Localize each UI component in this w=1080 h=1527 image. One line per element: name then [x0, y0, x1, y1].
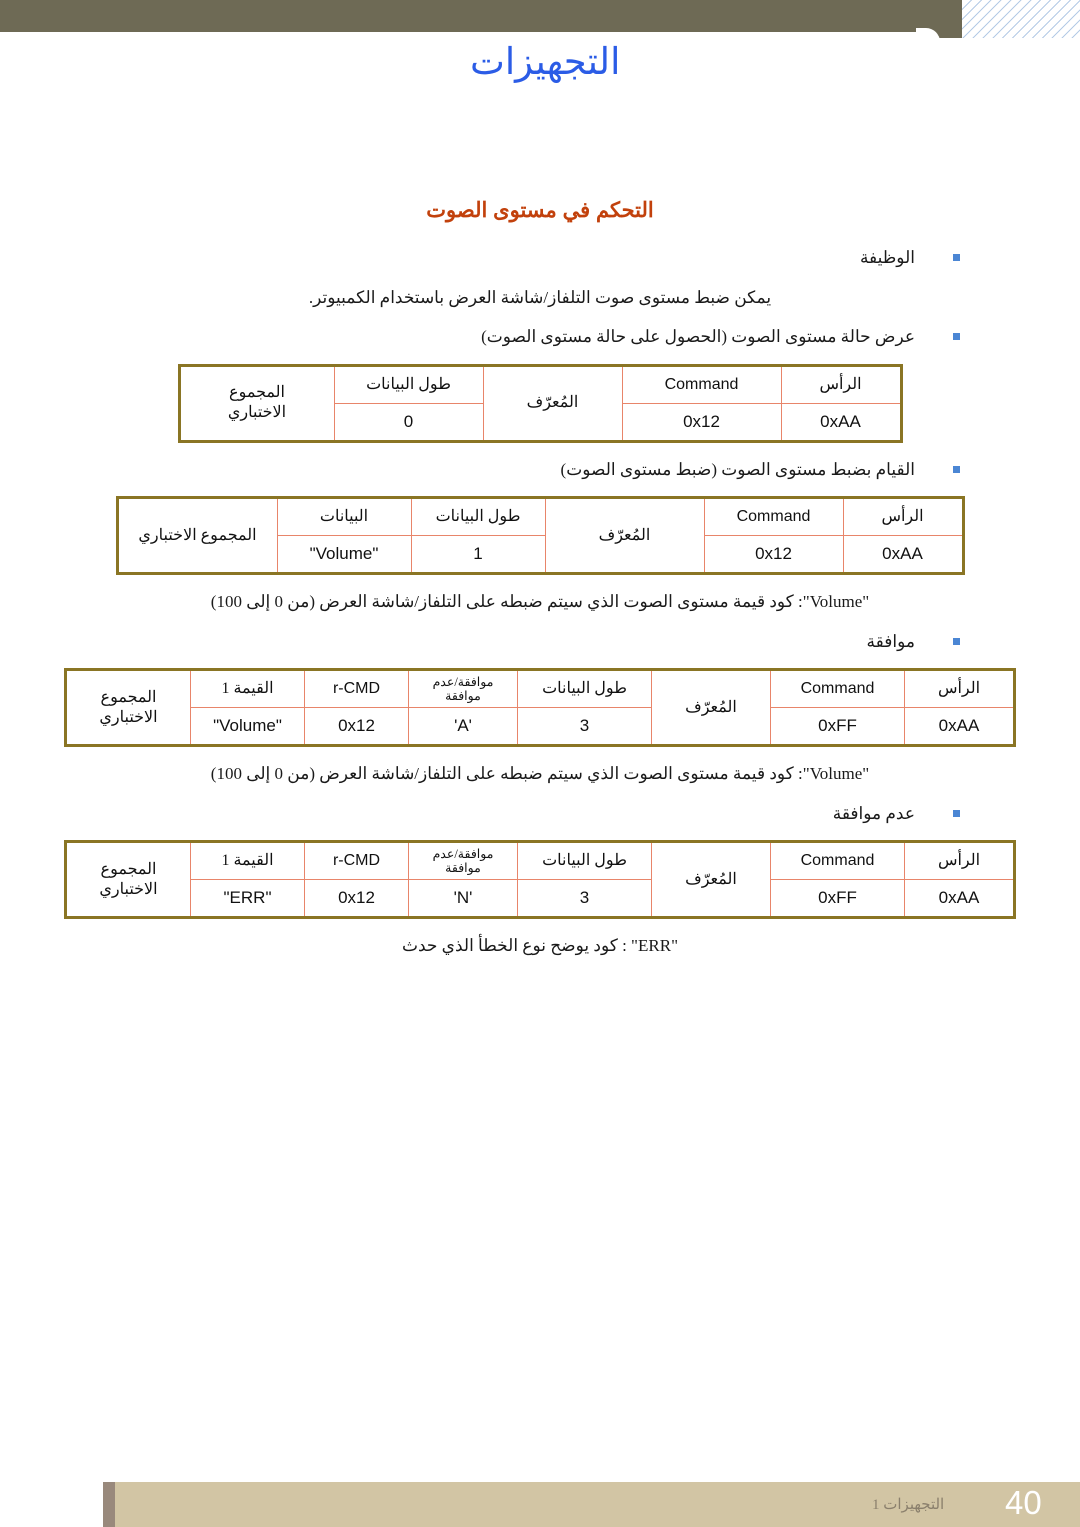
- bullet-square-icon: [953, 809, 960, 817]
- cell-header-command: Command: [770, 841, 905, 880]
- table-row-values: 0xAA 0xFF 3 'A' 0x12 "Volume": [66, 707, 1015, 746]
- cell-header-data-length: طول البيانات: [517, 841, 652, 880]
- cell-header-value1: القيمة 1: [190, 841, 305, 880]
- checksum-line-1: المجموع: [100, 688, 157, 706]
- ack-nak-line-1: موافقة/عدم: [432, 674, 494, 689]
- cell-header-checksum: المجموع الاختباري: [65, 841, 191, 918]
- header-diagonal-stripes-decoration: [962, 0, 1080, 38]
- cell-value-command: 0x12: [703, 535, 844, 574]
- cell-value-value1: "ERR": [190, 879, 305, 918]
- cell-header-identifier: المُعرّف: [482, 364, 623, 442]
- cell-header-ack-nak: موافقة/عدم موافقة: [408, 669, 518, 708]
- cell-value-data-length: 0: [333, 402, 484, 442]
- bullet-label-ack: موافقة: [866, 631, 915, 651]
- cell-header-value1: القيمة 1: [190, 669, 305, 708]
- ack-nak-line-1: موافقة/عدم: [432, 846, 494, 861]
- err-code-note: "ERR" : كود يوضح نوع الخطأ الذي حدث: [401, 936, 679, 955]
- cell-header-ack-nak: موافقة/عدم موافقة: [408, 841, 518, 880]
- footer-band-left-edge: [103, 1482, 115, 1527]
- cell-header-data-length: طول البيانات: [517, 669, 652, 708]
- ack-nak-line-2: موافقة: [445, 861, 481, 875]
- bullet-item-nak: عدم موافقة: [0, 801, 1080, 827]
- cell-value-command: 0x12: [621, 402, 782, 442]
- cell-header-checksum: المجموع الاختباري: [178, 364, 335, 442]
- cell-header-head: الرأس: [904, 841, 1015, 880]
- bullet-item-set-volume: القيام بضبط مستوى الصوت (ضبط مستوى الصوت…: [0, 457, 1080, 483]
- cell-value-data-length: 3: [517, 879, 652, 918]
- table-nak-wrapper: الرأس Command المُعرّف طول البيانات مواف…: [0, 840, 1080, 919]
- cell-header-identifier: المُعرّف: [651, 841, 771, 918]
- volume-value-note-1: "Volume": كود قيمة مستوى الصوت الذي سيتم…: [210, 592, 870, 611]
- bullet-item-ack: موافقة: [0, 629, 1080, 655]
- cell-value-head: 0xAA: [780, 402, 902, 442]
- cell-value-ack-nak: 'A': [408, 707, 518, 746]
- bullet-item-get-state: عرض حالة مستوى الصوت (الحصول على حالة مس…: [0, 324, 1080, 350]
- cell-value-data: "Volume": [276, 535, 412, 574]
- footer-label: التجهيزات 1: [872, 1497, 945, 1513]
- table-set-volume: الرأس Command المُعرّف طول البيانات البي…: [115, 496, 965, 575]
- cell-header-checksum: المجموع الاختباري: [116, 497, 278, 574]
- checksum-line-2: الاختباري: [99, 708, 158, 726]
- ack-nak-line-2: موافقة: [445, 689, 481, 703]
- cell-value-head: 0xAA: [904, 879, 1015, 918]
- table-get-state: الرأس Command المُعرّف طول البيانات المج…: [177, 363, 903, 443]
- cell-header-command: Command: [703, 497, 844, 536]
- cell-header-data-length: طول البيانات: [333, 364, 484, 404]
- bullet-label-function: الوظيفة: [859, 248, 915, 267]
- cell-header-data-length: طول البيانات: [410, 497, 546, 536]
- cell-value-value1: "Volume": [190, 707, 305, 746]
- cell-header-command: Command: [621, 364, 782, 404]
- page-header-band: [0, 0, 1080, 38]
- page-content: التحكم في مستوى الصوت الوظيفة يمكن ضبط م…: [0, 180, 1080, 973]
- table-row-headers: الرأس Command المُعرّف طول البيانات مواف…: [65, 669, 1015, 746]
- volume-value-note-2: "Volume": كود قيمة مستوى الصوت الذي سيتم…: [210, 764, 870, 783]
- cell-value-command: 0xFF: [770, 879, 905, 918]
- header-olive-bar-tail: [934, 0, 962, 38]
- cell-value-head: 0xAA: [904, 707, 1015, 746]
- page-heading: التجهيزات: [470, 42, 621, 83]
- table-row-headers: الرأس Command المُعرّف طول البيانات البي…: [116, 497, 964, 574]
- table-ack: الرأس Command المُعرّف طول البيانات مواف…: [64, 668, 1016, 747]
- table-nak: الرأس Command المُعرّف طول البيانات مواف…: [64, 840, 1016, 919]
- table-get-state-wrapper: الرأس Command المُعرّف طول البيانات المج…: [0, 363, 1080, 443]
- cell-header-r-cmd: r-CMD: [304, 669, 409, 708]
- cell-value-ack-nak: 'N': [408, 879, 518, 918]
- cell-value-head: 0xAA: [842, 535, 964, 574]
- cell-value-r-cmd: 0x12: [304, 879, 409, 918]
- section-title: التحكم في مستوى الصوت: [426, 199, 654, 222]
- cell-header-identifier: المُعرّف: [544, 497, 705, 574]
- checksum-line-2: الاختباري: [227, 404, 287, 421]
- bullet-label-set-volume: القيام بضبط مستوى الصوت (ضبط مستوى الصوت…: [560, 459, 915, 479]
- footer-page-number: 40: [1005, 1484, 1042, 1521]
- table-row-headers: الرأس Command المُعرّف طول البيانات مواف…: [65, 841, 1015, 918]
- cell-value-data-length: 3: [517, 707, 652, 746]
- bullet-item-function: الوظيفة: [0, 245, 1080, 271]
- cell-header-head: الرأس: [780, 364, 902, 404]
- table-ack-wrapper: الرأس Command المُعرّف طول البيانات مواف…: [0, 668, 1080, 747]
- cell-value-data-length: 1: [410, 535, 546, 574]
- cell-header-data: البيانات: [276, 497, 412, 536]
- bullet-square-icon: [953, 637, 960, 645]
- checksum-line-1: المجموع: [100, 860, 157, 878]
- bullet-label-nak: عدم موافقة: [832, 803, 915, 823]
- cell-header-head: الرأس: [842, 497, 964, 536]
- bullet-square-icon: [953, 465, 960, 473]
- cell-header-command: Command: [770, 669, 905, 708]
- cell-header-checksum: المجموع الاختباري: [65, 669, 191, 746]
- header-olive-bar: [0, 0, 962, 32]
- function-description: يمكن ضبط مستوى صوت التلفاز/شاشة العرض با…: [308, 287, 772, 307]
- cell-header-r-cmd: r-CMD: [304, 841, 409, 880]
- cell-value-r-cmd: 0x12: [304, 707, 409, 746]
- cell-value-command: 0xFF: [770, 707, 905, 746]
- table-row-values: 0xAA 0xFF 3 'N' 0x12 "ERR": [66, 879, 1015, 918]
- table-row-headers: الرأس Command المُعرّف طول البيانات المج…: [178, 364, 902, 442]
- cell-header-identifier: المُعرّف: [651, 669, 771, 746]
- checksum-line-1: المجموع: [229, 384, 285, 401]
- table-set-volume-wrapper: الرأس Command المُعرّف طول البيانات البي…: [0, 496, 1080, 575]
- cell-header-head: الرأس: [904, 669, 1015, 708]
- bullet-label-get-state: عرض حالة مستوى الصوت (الحصول على حالة مس…: [481, 327, 915, 346]
- bullet-square-icon: [953, 254, 960, 261]
- bullet-square-icon: [953, 333, 960, 340]
- checksum-line-2: الاختباري: [99, 880, 158, 898]
